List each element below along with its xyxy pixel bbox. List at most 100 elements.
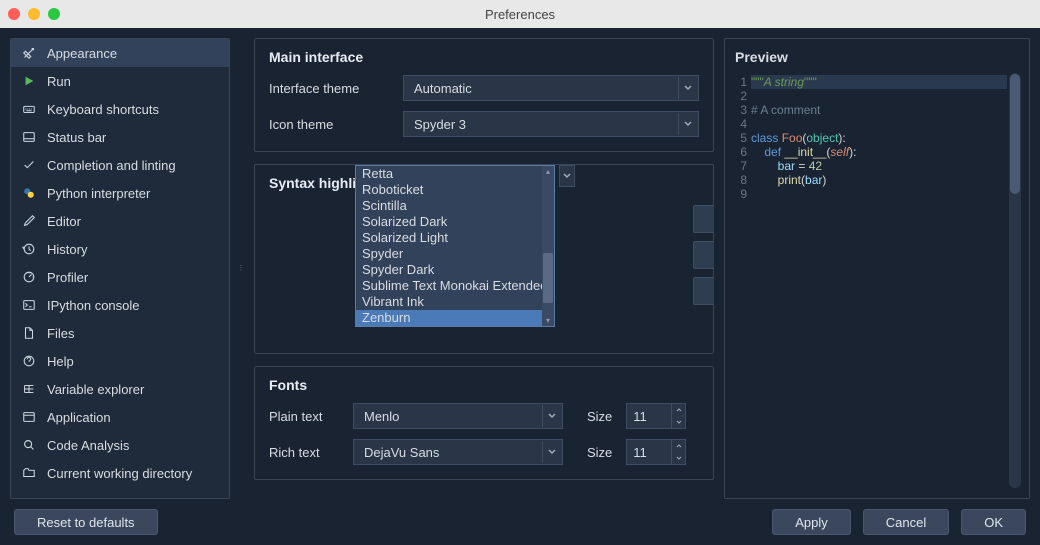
- plain-text-size-value: 11: [633, 409, 647, 424]
- scroll-down-arrow-icon[interactable]: ▾: [546, 315, 550, 326]
- preview-title: Preview: [733, 49, 1021, 65]
- maximize-window-button[interactable]: [48, 8, 60, 20]
- interface-theme-label: Interface theme: [269, 81, 389, 96]
- sidebar-item-appearance[interactable]: Appearance: [11, 39, 229, 67]
- sidebar-item-varexp[interactable]: Variable explorer: [11, 375, 229, 403]
- rich-text-size-value: 11: [633, 445, 647, 460]
- profiler-icon: [21, 269, 37, 285]
- scrollbar-thumb[interactable]: [543, 253, 553, 303]
- ok-button[interactable]: OK: [961, 509, 1026, 535]
- syntax-theme-dropdown-button[interactable]: [559, 165, 575, 187]
- plain-text-font-select[interactable]: Menlo: [353, 403, 563, 429]
- spinner-down-icon[interactable]: [672, 452, 685, 464]
- sidebar-item-label: Status bar: [47, 130, 106, 145]
- sidebar-item-cwd[interactable]: Current working directory: [11, 459, 229, 487]
- main-interface-title: Main interface: [269, 49, 699, 65]
- dropdown-option[interactable]: Sublime Text Monokai Extended: [356, 278, 554, 294]
- sidebar-item-label: Editor: [47, 214, 81, 229]
- spinner-down-icon[interactable]: [672, 416, 685, 428]
- main-interface-group: Main interface Interface theme Automatic…: [254, 38, 714, 152]
- scrollbar-thumb[interactable]: [1010, 74, 1020, 194]
- interface-theme-select[interactable]: Automatic: [403, 75, 699, 101]
- sidebar-item-label: Keyboard shortcuts: [47, 102, 159, 117]
- minimize-window-button[interactable]: [28, 8, 40, 20]
- dropdown-option[interactable]: Vibrant Ink: [356, 294, 554, 310]
- chevron-down-icon: [542, 405, 556, 427]
- rich-text-size-input[interactable]: 11: [626, 439, 672, 465]
- close-window-button[interactable]: [8, 8, 20, 20]
- run-icon: [21, 73, 37, 89]
- sidebar-item-label: Current working directory: [47, 466, 192, 481]
- titlebar: Preferences: [0, 0, 1040, 28]
- sidebar-item-label: IPython console: [47, 298, 140, 313]
- sidebar-item-editor[interactable]: Editor: [11, 207, 229, 235]
- apply-button[interactable]: Apply: [772, 509, 851, 535]
- cwd-icon: [21, 465, 37, 481]
- spinner-up-icon[interactable]: [672, 404, 685, 416]
- statusbar-icon: [21, 129, 37, 145]
- rich-text-label: Rich text: [269, 445, 339, 460]
- sidebar-item-history[interactable]: History: [11, 235, 229, 263]
- sidebar-item-label: Variable explorer: [47, 382, 144, 397]
- sidebar-item-run[interactable]: Run: [11, 67, 229, 95]
- sidebar-item-statusbar[interactable]: Status bar: [11, 123, 229, 151]
- sidebar-item-label: Help: [47, 354, 74, 369]
- syntax-theme-dropdown-list[interactable]: RettaRoboticketScintillaSolarized DarkSo…: [355, 165, 555, 327]
- line-number-gutter: 123456789: [733, 73, 751, 488]
- chevron-down-icon: [678, 77, 692, 99]
- syntax-action-button-3[interactable]: [693, 277, 714, 305]
- syntax-theme-group: Syntax highlighting theme RettaRoboticke…: [254, 164, 714, 354]
- preview-scrollbar[interactable]: [1009, 73, 1021, 488]
- sidebar-item-application[interactable]: Application: [11, 403, 229, 431]
- plain-text-font-value: Menlo: [364, 409, 399, 424]
- sidebar-item-label: Run: [47, 74, 71, 89]
- window-title: Preferences: [485, 7, 555, 22]
- completion-icon: [21, 157, 37, 173]
- sidebar-item-label: Python interpreter: [47, 186, 150, 201]
- rich-text-size-spinner[interactable]: [672, 439, 686, 465]
- appearance-icon: [21, 45, 37, 61]
- dropdown-option[interactable]: Solarized Light: [356, 230, 554, 246]
- icon-theme-label: Icon theme: [269, 117, 389, 132]
- icon-theme-select[interactable]: Spyder 3: [403, 111, 699, 137]
- dropdown-option[interactable]: Scintilla: [356, 198, 554, 214]
- dropdown-option[interactable]: Roboticket: [356, 182, 554, 198]
- dropdown-option[interactable]: Zenburn: [356, 310, 554, 326]
- scroll-up-arrow-icon[interactable]: ▴: [546, 166, 550, 177]
- cancel-button[interactable]: Cancel: [863, 509, 949, 535]
- preview-panel: Preview 123456789 """A string""" # A com…: [724, 38, 1030, 499]
- files-icon: [21, 325, 37, 341]
- plain-text-size-input[interactable]: 11: [626, 403, 672, 429]
- sidebar-item-completion[interactable]: Completion and linting: [11, 151, 229, 179]
- plain-size-label: Size: [587, 409, 612, 424]
- spinner-up-icon[interactable]: [672, 440, 685, 452]
- syntax-action-button-2[interactable]: [693, 241, 714, 269]
- sidebar-item-profiler[interactable]: Profiler: [11, 263, 229, 291]
- dropdown-option[interactable]: Spyder: [356, 246, 554, 262]
- dropdown-scrollbar[interactable]: ▴ ▾: [542, 166, 554, 326]
- rich-text-font-select[interactable]: DejaVu Sans: [353, 439, 563, 465]
- splitter-handle[interactable]: ⠇: [240, 38, 244, 499]
- editor-icon: [21, 213, 37, 229]
- sidebar-item-codeanalysis[interactable]: Code Analysis: [11, 431, 229, 459]
- dropdown-option[interactable]: Spyder Dark: [356, 262, 554, 278]
- keyboard-icon: [21, 101, 37, 117]
- plain-text-size-spinner[interactable]: [672, 403, 686, 429]
- syntax-action-button-1[interactable]: [693, 205, 714, 233]
- dropdown-option[interactable]: Retta: [356, 166, 554, 182]
- rich-size-label: Size: [587, 445, 612, 460]
- python-icon: [21, 185, 37, 201]
- chevron-down-icon: [678, 113, 692, 135]
- dropdown-option[interactable]: Solarized Dark: [356, 214, 554, 230]
- sidebar-item-python[interactable]: Python interpreter: [11, 179, 229, 207]
- help-icon: [21, 353, 37, 369]
- reset-defaults-button[interactable]: Reset to defaults: [14, 509, 158, 535]
- sidebar-item-files[interactable]: Files: [11, 319, 229, 347]
- sidebar-item-keyboard[interactable]: Keyboard shortcuts: [11, 95, 229, 123]
- sidebar-item-label: Completion and linting: [47, 158, 176, 173]
- sidebar-item-help[interactable]: Help: [11, 347, 229, 375]
- code-preview[interactable]: 123456789 """A string""" # A comment cla…: [733, 73, 1021, 488]
- rich-text-font-value: DejaVu Sans: [364, 445, 439, 460]
- sidebar-item-ipython[interactable]: IPython console: [11, 291, 229, 319]
- sidebar-item-label: Files: [47, 326, 74, 341]
